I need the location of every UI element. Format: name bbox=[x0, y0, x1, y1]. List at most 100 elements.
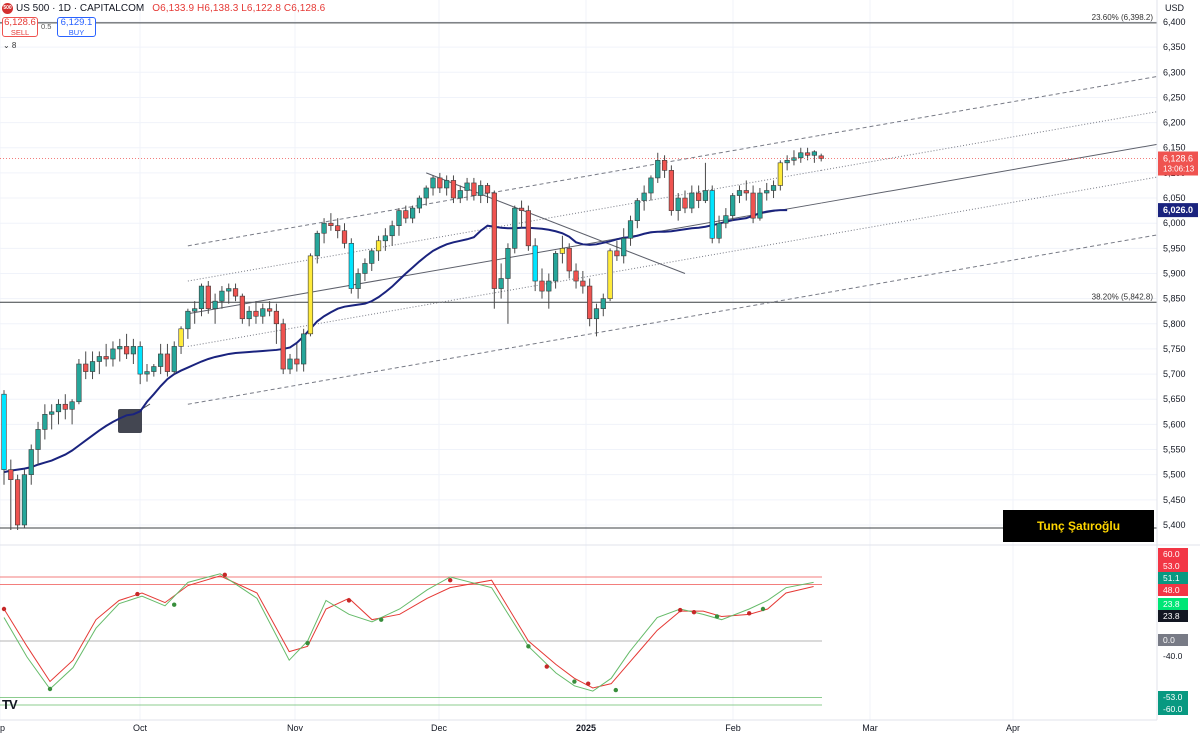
candle-body bbox=[675, 197, 681, 211]
candle-body bbox=[362, 263, 368, 274]
candle-body bbox=[239, 295, 245, 320]
price-tick-label: 6,400 bbox=[1163, 17, 1186, 27]
candle-body bbox=[518, 207, 525, 211]
candle-body bbox=[49, 411, 55, 415]
buy-label: BUY bbox=[68, 28, 85, 37]
oscillator-value-label: 23.8 bbox=[1163, 599, 1180, 609]
candle-body bbox=[416, 197, 423, 209]
candle-body bbox=[730, 195, 736, 216]
price-tick-label: 5,750 bbox=[1163, 344, 1186, 354]
oscillator-marker bbox=[586, 681, 591, 686]
candle-body bbox=[491, 192, 497, 289]
candle-body bbox=[396, 210, 402, 227]
candle-body bbox=[770, 185, 777, 191]
symbol-title[interactable]: US 500 · 1D · CAPITALCOM bbox=[16, 3, 144, 14]
candle-body bbox=[328, 222, 334, 227]
candle-body bbox=[178, 328, 184, 347]
candle-body bbox=[382, 235, 388, 242]
candle-body bbox=[219, 290, 225, 302]
candle-body bbox=[668, 170, 674, 211]
candle-body bbox=[185, 310, 191, 330]
candle-body bbox=[69, 401, 75, 410]
candle-body bbox=[35, 429, 41, 450]
oscillator-marker bbox=[613, 687, 618, 693]
candle-body bbox=[498, 278, 504, 289]
oscillator-marker bbox=[747, 611, 752, 616]
candle-body bbox=[627, 220, 634, 239]
time-tick-label: Dec bbox=[431, 723, 448, 733]
candle-body bbox=[314, 232, 320, 257]
candle-body bbox=[321, 222, 327, 234]
price-tick-label: 5,450 bbox=[1163, 495, 1186, 505]
chart-header: 500 US 500 · 1D · CAPITALCOM O6,133.9 H6… bbox=[0, 0, 325, 16]
candle-body bbox=[198, 285, 205, 309]
oscillator-value-label: 60.0 bbox=[1163, 549, 1180, 559]
candle-body bbox=[804, 152, 811, 156]
candle-body bbox=[232, 288, 239, 297]
candle-body bbox=[42, 414, 48, 430]
candle-body bbox=[811, 151, 817, 156]
oscillator-marker bbox=[305, 640, 310, 646]
candle-body bbox=[661, 160, 668, 171]
candle-body bbox=[798, 152, 804, 159]
candle-body bbox=[335, 225, 341, 232]
oscillator-marker bbox=[172, 602, 177, 607]
candle-body bbox=[553, 253, 559, 282]
candle-body bbox=[450, 180, 457, 199]
candle-body bbox=[607, 250, 613, 299]
candle-body bbox=[736, 190, 743, 196]
price-tick-label: 5,500 bbox=[1163, 470, 1186, 480]
candle-body bbox=[437, 177, 443, 189]
sell-button[interactable]: 6,128.6 SELL bbox=[2, 17, 38, 37]
chart-canvas[interactable]: 23.60% (6,398.2)38.20% (5,842.8)50.00% (… bbox=[0, 0, 1200, 736]
oscillator-value-label: -53.0 bbox=[1163, 692, 1183, 702]
candle-body bbox=[273, 310, 280, 325]
candle-body bbox=[89, 361, 96, 372]
author-watermark: Tunç Şatıroğlu bbox=[1003, 510, 1154, 542]
buy-button[interactable]: 6,129.1 BUY bbox=[57, 17, 96, 37]
candle-body bbox=[593, 308, 600, 320]
candle-body bbox=[83, 363, 89, 372]
candle-body bbox=[573, 270, 579, 282]
currency-label[interactable]: USD bbox=[1165, 3, 1184, 13]
candle-body bbox=[389, 225, 395, 237]
candle-body bbox=[655, 160, 661, 179]
price-tick-label: 5,400 bbox=[1163, 520, 1186, 530]
candle-body bbox=[600, 298, 606, 309]
oscillator-value-label: -40.0 bbox=[1163, 651, 1183, 661]
oscillator-value-label: 23.8 bbox=[1163, 611, 1180, 621]
candle-body bbox=[301, 333, 307, 365]
price-tick-label: 6,050 bbox=[1163, 193, 1186, 203]
buy-price: 6,129.1 bbox=[60, 17, 93, 28]
candle-body bbox=[260, 308, 266, 317]
tradingview-logo-icon[interactable]: TV bbox=[2, 697, 18, 712]
candle-body bbox=[294, 358, 300, 365]
fib-level-label: 38.20% (5,842.8) bbox=[1092, 292, 1154, 301]
indicators-toggle[interactable]: ⌄ 8 bbox=[3, 41, 16, 50]
candle-body bbox=[205, 285, 211, 309]
oscillator-marker bbox=[678, 607, 683, 613]
ma-value-label: 6,026.0 bbox=[1163, 205, 1193, 215]
candle-body bbox=[62, 403, 68, 410]
candle-body bbox=[539, 280, 545, 292]
candle-body bbox=[280, 323, 286, 370]
candle-body bbox=[15, 479, 21, 526]
candle-body bbox=[743, 190, 749, 194]
time-tick-label: Oct bbox=[133, 723, 148, 733]
candle-body bbox=[587, 285, 593, 320]
oscillator-value-label: -60.0 bbox=[1163, 704, 1183, 714]
candle-body bbox=[566, 248, 572, 272]
current-price-label: 6,128.6 bbox=[1163, 154, 1193, 164]
candle-body bbox=[723, 215, 729, 224]
price-tick-label: 5,700 bbox=[1163, 369, 1186, 379]
candle-body bbox=[682, 197, 688, 209]
time-tick-label: p bbox=[0, 723, 5, 733]
candle-body bbox=[8, 469, 14, 481]
candle-body bbox=[375, 240, 382, 252]
oscillator-marker bbox=[691, 610, 697, 615]
candle-body bbox=[110, 348, 116, 360]
candle-body bbox=[355, 273, 361, 289]
price-tick-label: 6,200 bbox=[1163, 118, 1186, 128]
candle-body bbox=[287, 358, 293, 370]
oscillator-value-label: 0.0 bbox=[1163, 635, 1175, 645]
